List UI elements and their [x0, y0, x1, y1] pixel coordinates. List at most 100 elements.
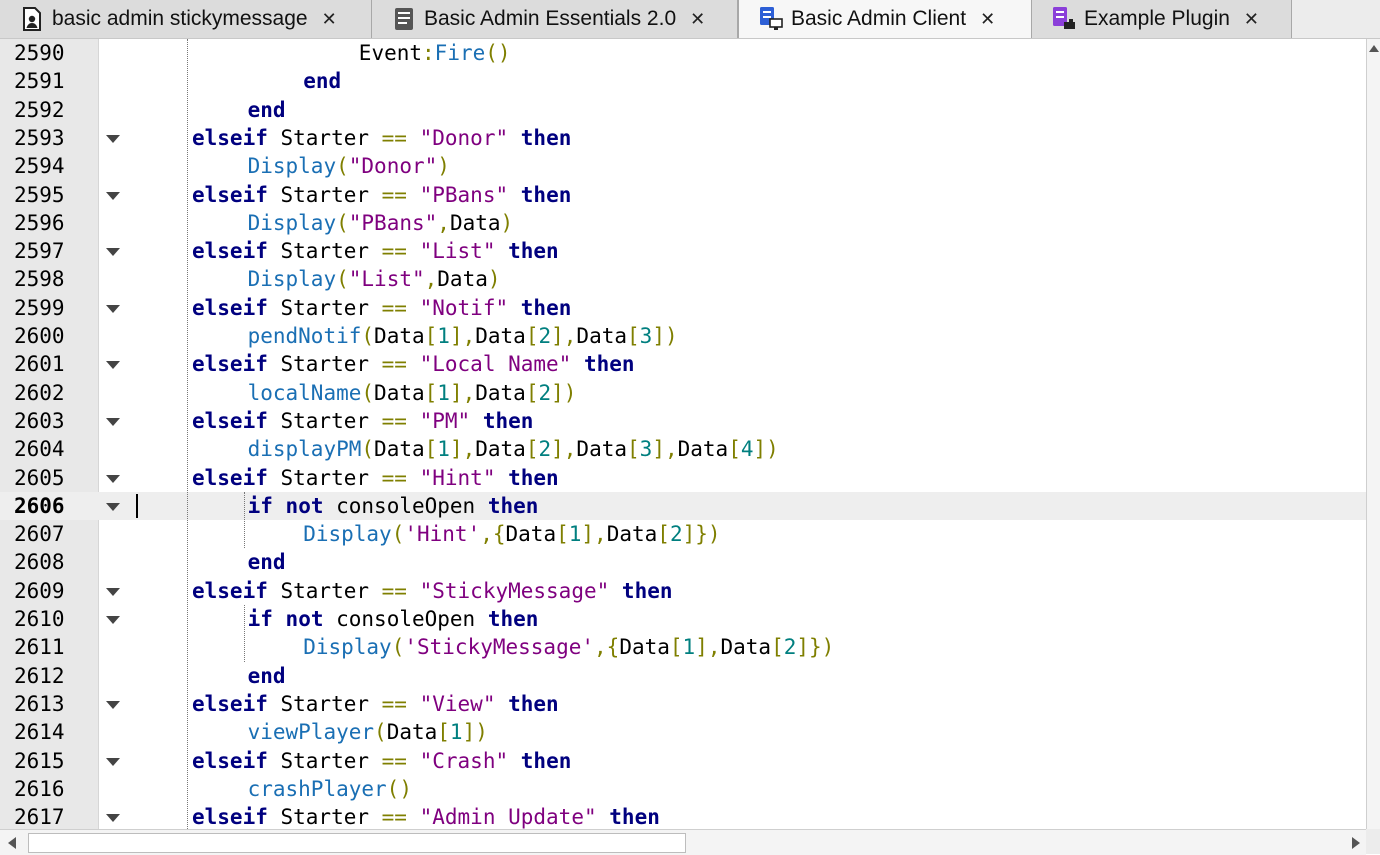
code-token: Data [619, 635, 670, 660]
close-icon[interactable]: ✕ [322, 9, 337, 30]
line-number: 2611 [14, 635, 65, 660]
close-icon[interactable]: ✕ [1244, 9, 1259, 30]
line-number: 2598 [14, 267, 65, 292]
code-line[interactable]: 2593 elseif Starter == "Donor" then [0, 124, 1366, 152]
code-text: crashPlayer() [248, 775, 412, 803]
code-text: elseif Starter == "View" then [192, 690, 559, 718]
tab-example-plugin[interactable]: Example Plugin ✕ [1032, 0, 1292, 38]
code-token: "List" [348, 267, 425, 292]
code-line[interactable]: 2607 Display('Hint',{Data[1],Data[2]}) [0, 520, 1366, 548]
code-line[interactable]: 2613 elseif Starter == "View" then [0, 690, 1366, 718]
code-token: ]}) [682, 522, 721, 547]
code-line[interactable]: 2608 end [0, 548, 1366, 576]
code-line[interactable]: 2602 localName(Data[1],Data[2]) [0, 379, 1366, 407]
fold-toggle-icon[interactable] [106, 502, 120, 511]
fold-toggle-icon[interactable] [106, 134, 120, 143]
scroll-up-icon[interactable] [1369, 45, 1379, 52]
code-token: "Admin Update" [419, 805, 597, 829]
fold-toggle-icon[interactable] [106, 700, 120, 709]
code-line[interactable]: 2611 Display('StickyMessage',{Data[1],Dat… [0, 633, 1366, 661]
code-token: then [508, 465, 559, 490]
code-token: Display [303, 635, 392, 660]
code-line[interactable]: 2615 elseif Starter == "Crash" then [0, 747, 1366, 775]
code-line[interactable]: 2606 if not consoleOpen then [0, 491, 1366, 521]
code-line[interactable]: 2600 pendNotif(Data[1],Data[2],Data[3]) [0, 322, 1366, 350]
code-line[interactable]: 2592 end [0, 96, 1366, 124]
code-token: ], [695, 635, 721, 660]
code-token: [ [627, 324, 640, 348]
code-line[interactable]: 2595 elseif Starter == "PBans" then [0, 181, 1366, 209]
fold-toggle-icon[interactable] [106, 814, 120, 823]
scroll-left-icon[interactable] [8, 837, 16, 849]
code-token: "StickyMessage" [419, 578, 610, 603]
line-number: 2600 [14, 324, 65, 348]
code-line[interactable]: 2598 Display("List",Data) [0, 265, 1366, 293]
code-token: pendNotif [247, 324, 362, 348]
code-token: , [437, 210, 450, 235]
code-line[interactable]: 2612 end [0, 662, 1366, 690]
code-token: ( [391, 635, 405, 660]
code-token: == [381, 352, 407, 377]
tab-basic-admin-stickymessage[interactable]: basic admin stickymessage ✕ [0, 0, 372, 38]
code-line[interactable]: 2594 Display("Donor") [0, 152, 1366, 180]
code-token: Starter [267, 805, 382, 829]
code-token: Starter [267, 182, 382, 207]
fold-toggle-icon[interactable] [106, 248, 120, 257]
code-line[interactable]: 2616 crashPlayer() [0, 775, 1366, 803]
fold-toggle-icon[interactable] [106, 616, 120, 624]
line-number: 2606 [14, 493, 65, 518]
code-line[interactable]: 2614 viewPlayer(Data[1]) [0, 718, 1366, 746]
code-token: 1 [437, 380, 450, 405]
code-line[interactable]: 2601 elseif Starter == "Local Name" then [0, 350, 1366, 378]
code-token: ], [551, 437, 577, 462]
code-line[interactable]: 2610 if not consoleOpen then [0, 605, 1366, 633]
code-line[interactable]: 2604 displayPM(Data[1],Data[2],Data[3],Da… [0, 435, 1366, 463]
tab-basic-admin-essentials[interactable]: Basic Admin Essentials 2.0 ✕ [372, 0, 738, 38]
line-number: 2592 [14, 97, 65, 122]
code-token: Data [677, 437, 729, 462]
code-token: viewPlayer [247, 720, 375, 745]
code-line[interactable]: 2599 elseif Starter == "Notif" then [0, 294, 1366, 322]
code-line[interactable]: 2597 elseif Starter == "List" then [0, 237, 1366, 265]
line-number: 2612 [14, 663, 65, 688]
script-person-icon [18, 5, 46, 33]
horizontal-scrollbar[interactable] [0, 829, 1366, 855]
fold-toggle-icon[interactable] [106, 417, 120, 426]
code-line[interactable]: 2596 Display("PBans",Data) [0, 209, 1366, 237]
code-token: Starter [267, 408, 382, 433]
vertical-scrollbar[interactable] [1366, 39, 1380, 829]
code-token: : [422, 41, 435, 65]
code-text: Display("PBans",Data) [248, 209, 514, 237]
code-text: Display("Donor") [248, 152, 450, 180]
code-token: Data [449, 210, 501, 235]
code-line[interactable]: 2605 elseif Starter == "Hint" then [0, 464, 1366, 492]
line-number: 2609 [14, 578, 65, 603]
code-editor[interactable]: 2590 Event:Fire() 2591 end 2592 end 2593 elseif… [0, 39, 1366, 829]
fold-toggle-icon[interactable] [106, 474, 120, 483]
code-token: 'Hint' [404, 522, 481, 547]
code-token: 2 [783, 635, 797, 660]
close-icon[interactable]: ✕ [690, 9, 705, 30]
code-line[interactable]: 2609 elseif Starter == "StickyMessage" th… [0, 577, 1366, 605]
line-number: 2602 [14, 380, 65, 405]
close-icon[interactable]: ✕ [980, 9, 995, 30]
fold-toggle-icon[interactable] [106, 191, 120, 200]
code-token: then [482, 408, 534, 433]
fold-toggle-icon[interactable] [106, 757, 120, 766]
fold-toggle-icon[interactable] [106, 587, 120, 596]
tab-basic-admin-client[interactable]: Basic Admin Client ✕ [738, 0, 1032, 38]
code-line[interactable]: 2590 Event:Fire() [0, 39, 1366, 67]
code-token: elseif [192, 805, 268, 829]
code-token: if [247, 607, 273, 631]
code-token: then [487, 493, 539, 518]
scrollbar-thumb[interactable] [28, 833, 686, 853]
fold-toggle-icon[interactable] [106, 361, 120, 370]
fold-toggle-icon[interactable] [106, 304, 120, 313]
code-token: Display [247, 267, 337, 292]
code-token: ( [361, 437, 375, 462]
scroll-right-icon[interactable] [1352, 837, 1360, 849]
code-line[interactable]: 2591 end [0, 67, 1366, 95]
code-line[interactable]: 2603 elseif Starter == "PM" then [0, 407, 1366, 435]
code-line[interactable]: 2617 elseif Starter == "Admin Update" the… [0, 803, 1366, 829]
